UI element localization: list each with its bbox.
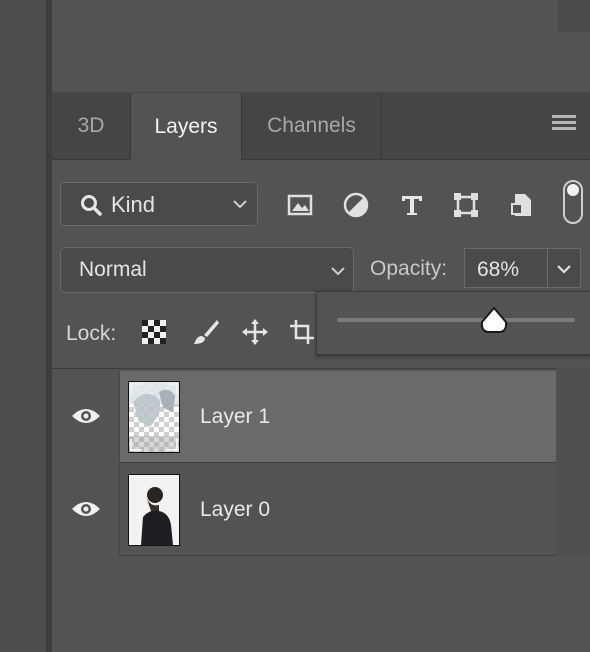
layer-row[interactable]: Layer 0: [52, 464, 556, 556]
smart-object-filter-icon[interactable]: [508, 191, 536, 219]
blend-mode-select[interactable]: Normal: [60, 247, 354, 293]
search-icon: [81, 195, 102, 216]
upper-panel-area: [52, 0, 590, 93]
left-panel-gutter: [0, 0, 46, 652]
opacity-input[interactable]: 68%: [464, 248, 548, 288]
lock-label: Lock:: [66, 322, 117, 345]
tab-layers[interactable]: Layers: [130, 93, 242, 160]
filter-toggle-switch[interactable]: [563, 180, 583, 224]
layer-name[interactable]: Layer 0: [200, 498, 270, 522]
chevron-down-icon: [331, 267, 345, 276]
opacity-dropdown-button[interactable]: [547, 248, 581, 288]
eye-icon: [72, 502, 100, 516]
selection-corner: [130, 439, 142, 451]
selection-corner: [166, 383, 178, 395]
opacity-slider-thumb[interactable]: [479, 306, 509, 334]
lock-image-pixels-icon[interactable]: [192, 318, 220, 346]
lock-transparent-pixels-icon[interactable]: [140, 318, 168, 346]
layer-thumbnail[interactable]: [128, 381, 180, 453]
layers-empty-area: [52, 556, 590, 652]
layer-row[interactable]: Layer 1: [52, 371, 556, 463]
filter-kind-label: Kind: [111, 192, 156, 217]
layer-name[interactable]: Layer 1: [200, 405, 270, 429]
upper-panel-scrollbar[interactable]: [558, 0, 590, 32]
adjustment-filter-icon[interactable]: [342, 191, 370, 219]
opacity-slider-popup: [316, 291, 590, 355]
panel-tab-bar: 3D Layers Channels: [52, 93, 590, 160]
blend-mode-value: Normal: [79, 258, 147, 281]
selection-corner: [130, 383, 142, 395]
lock-artboard-icon[interactable]: [288, 318, 316, 346]
chevron-down-icon: [233, 200, 247, 209]
layer-thumbnail-image: [129, 475, 179, 545]
toggle-knob: [567, 184, 579, 196]
chevron-down-icon: [557, 265, 571, 274]
visibility-toggle[interactable]: [52, 464, 120, 556]
layers-list: Layer 1 Layer 0: [52, 368, 556, 557]
opacity-slider-track[interactable]: [337, 318, 575, 322]
filter-kind-select[interactable]: Kind: [60, 182, 258, 226]
selection-corner: [166, 439, 178, 451]
image-filter-icon[interactable]: [286, 191, 314, 219]
eye-icon: [72, 409, 100, 423]
opacity-value: 68%: [477, 258, 520, 281]
panel-menu-icon[interactable]: [552, 115, 576, 135]
opacity-label: Opacity:: [370, 257, 448, 280]
type-filter-icon[interactable]: [398, 191, 426, 219]
tab-3d[interactable]: 3D: [52, 93, 130, 159]
layer-thumbnail[interactable]: [128, 474, 180, 546]
lock-position-icon[interactable]: [241, 318, 269, 346]
shape-filter-icon[interactable]: [452, 191, 480, 219]
visibility-toggle[interactable]: [52, 371, 120, 463]
tab-channels[interactable]: Channels: [242, 93, 382, 159]
